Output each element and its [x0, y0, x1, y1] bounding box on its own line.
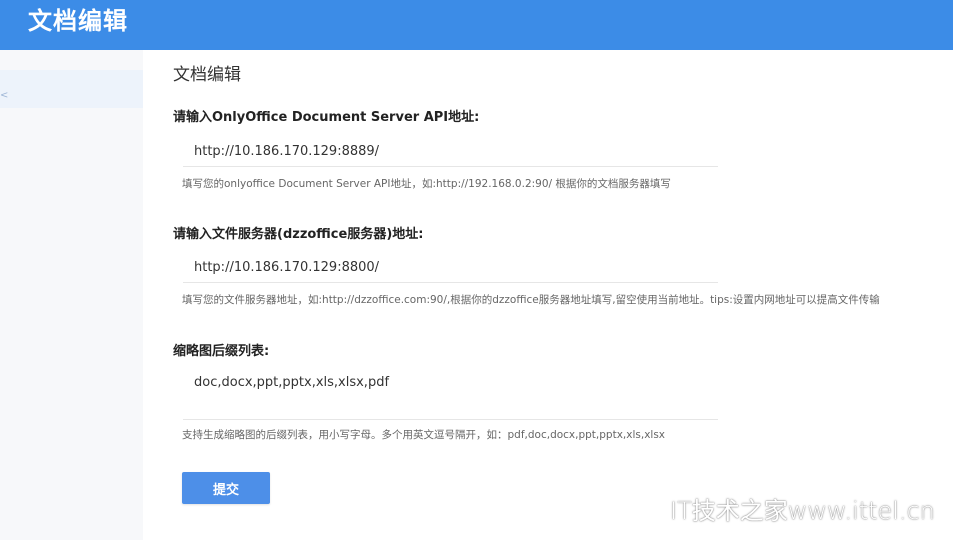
file-server-input[interactable]: [183, 253, 718, 283]
watermark-text: IT技术之家www.ittel.cn: [669, 497, 935, 525]
thumbnail-suffix-label: 缩略图后缀列表:: [173, 344, 270, 359]
sidebar-active-marker: <: [0, 90, 9, 101]
top-header-bar: 文档编辑: [0, 0, 953, 50]
api-address-input[interactable]: [183, 137, 718, 167]
sidebar-item-active[interactable]: [0, 70, 143, 108]
file-server-help: 填写您的文件服务器地址，如:http://dzzoffice.com:90/,根…: [182, 294, 880, 306]
thumbnail-suffix-input[interactable]: [183, 368, 718, 420]
file-server-label: 请输入文件服务器(dzzoffice服务器)地址:: [173, 227, 424, 242]
api-address-help: 填写您的onlyoffice Document Server API地址，如:h…: [182, 178, 671, 190]
main-content: 文档编辑 请输入OnlyOffice Document Server API地址…: [143, 50, 953, 540]
sidebar: <: [0, 50, 144, 540]
api-address-label: 请输入OnlyOffice Document Server API地址:: [173, 110, 480, 125]
submit-button[interactable]: 提交: [182, 472, 270, 504]
app-title: 文档编辑: [28, 7, 128, 35]
page-title: 文档编辑: [173, 65, 241, 85]
thumbnail-suffix-help: 支持生成缩略图的后缀列表，用小写字母。多个用英文逗号隔开，如：pdf,doc,d…: [182, 429, 666, 441]
